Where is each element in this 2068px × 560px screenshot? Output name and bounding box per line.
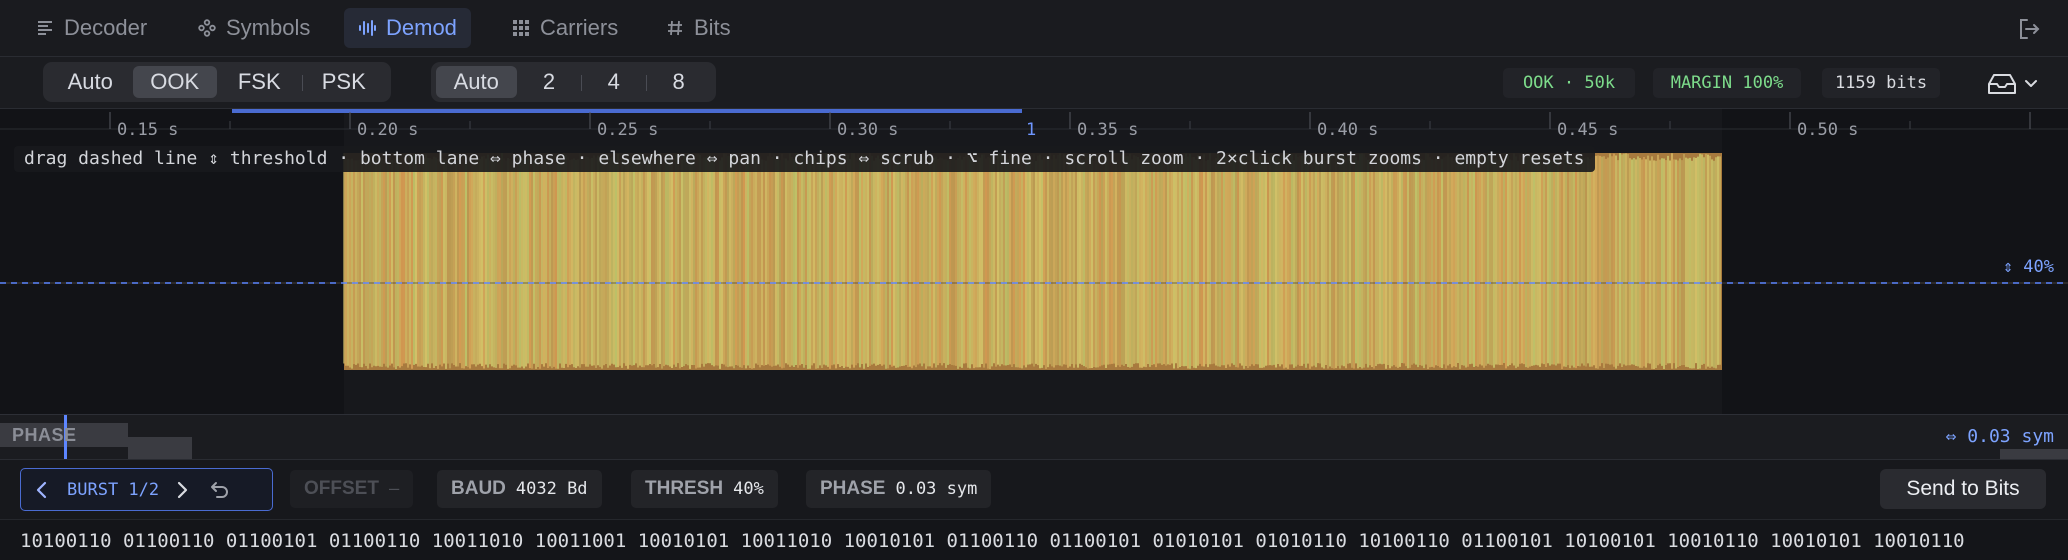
signal-envelope: [344, 153, 1722, 370]
mod-auto-label: Auto: [67, 69, 113, 94]
chevron-right-icon[interactable]: [165, 470, 201, 510]
tab-symbols[interactable]: Symbols: [184, 8, 324, 48]
levels-2-button[interactable]: 2: [517, 66, 582, 98]
interaction-hint: drag dashed line ⇕ threshold · bottom la…: [14, 146, 1595, 172]
phase-lane-canvas[interactable]: [0, 415, 2068, 460]
grid-icon: [513, 20, 529, 36]
levels-auto-button[interactable]: Auto: [436, 66, 517, 98]
tick-label: 0.25 s: [597, 120, 659, 140]
margin-badge: MARGIN 100%: [1653, 68, 1801, 98]
phase-key: PHASE: [820, 478, 886, 499]
mod-psk-button[interactable]: PSK: [301, 66, 387, 98]
tab-carriers[interactable]: Carriers: [498, 8, 632, 48]
burst-controls: BURST 1/2 OFFSET – BAUD 4032 Bd THRESH 4…: [0, 459, 2068, 519]
chevron-left-icon[interactable]: [21, 470, 61, 510]
burst-navigator: BURST 1/2: [20, 468, 273, 511]
burst-label: BURST 1/2: [67, 479, 160, 500]
baud-key: BAUD: [451, 478, 506, 499]
hash-icon: [668, 20, 682, 36]
threshold-key: THRESH: [645, 478, 724, 499]
top-tab-bar: Decoder Symbols Demod Carriers Bits: [0, 0, 2068, 57]
threshold-value: 40%: [733, 479, 764, 499]
baud-chip[interactable]: BAUD 4032 Bd: [437, 470, 602, 508]
mod-psk-label: PSK: [321, 69, 366, 94]
offset-key: OFFSET: [304, 478, 379, 499]
tab-decoder-label: Decoder: [64, 15, 148, 40]
waveform-icon: [359, 20, 376, 36]
phase-value: 0.03 sym: [895, 479, 978, 499]
tick-label: 0.30 s: [837, 120, 899, 140]
divider: [646, 75, 648, 91]
mod-ook-button[interactable]: OOK: [132, 66, 217, 98]
divider: [581, 75, 583, 91]
divider: [301, 75, 303, 91]
tab-bits[interactable]: Bits: [652, 8, 745, 48]
tab-symbols-label: Symbols: [226, 15, 311, 40]
send-to-bits-button[interactable]: Send to Bits: [1880, 469, 2046, 509]
offset-chip[interactable]: OFFSET –: [290, 470, 414, 508]
tick-label: 0.40 s: [1317, 120, 1379, 140]
phase-lane[interactable]: PHASE ⇔ 0.03 sym: [0, 414, 2068, 460]
baud-value: 4032 Bd: [515, 479, 588, 499]
tick-label: 0.20 s: [357, 120, 419, 140]
levels-auto-label: Auto: [453, 69, 499, 94]
mode-badge: OOK · 50k: [1503, 68, 1635, 98]
tab-bits-label: Bits: [694, 15, 731, 40]
levels-4-label: 4: [607, 69, 620, 94]
nodes-icon: [198, 19, 216, 37]
undo-icon[interactable]: [201, 470, 237, 510]
tab-demod-label: Demod: [386, 15, 457, 40]
mod-ook-label: OOK: [150, 69, 200, 94]
phase-block: [128, 437, 192, 459]
levels-2-label: 2: [542, 69, 556, 94]
modulation-selector: Auto OOK FSK PSK: [43, 62, 391, 102]
mod-auto-button[interactable]: Auto: [48, 66, 133, 98]
tab-carriers-label: Carriers: [540, 15, 619, 40]
threshold-chip[interactable]: THRESH 40%: [631, 470, 778, 508]
levels-selector: Auto 2 4 8: [431, 62, 716, 102]
tick-label: 0.15 s: [117, 120, 179, 140]
lines-icon: [38, 21, 52, 35]
cursor-marker-label: 1: [1026, 120, 1037, 140]
phase-lane-title: PHASE: [12, 425, 77, 445]
bit-count-badge: 1159 bits: [1822, 68, 1940, 98]
demod-toolbar: Auto OOK FSK PSK Auto 2 4 8 OOK · 50k MA…: [0, 57, 2068, 109]
inbox-menu-icon[interactable]: [1986, 71, 2038, 97]
tab-decoder[interactable]: Decoder: [22, 8, 161, 48]
mod-fsk-button[interactable]: FSK: [217, 66, 302, 98]
waveform-view[interactable]: 0.15 s 0.20 s 0.25 s 0.30 s 0.35 s 0.40 …: [0, 109, 2068, 414]
phase-block: [2000, 449, 2068, 459]
phase-lane-value: ⇔ 0.03 sym: [1945, 426, 2054, 447]
phase-chip[interactable]: PHASE 0.03 sym: [806, 470, 992, 508]
bitstream-output: 10100110 01100110 01100101 01100110 1001…: [0, 519, 2068, 560]
threshold-label[interactable]: ⇕ 40%: [2003, 257, 2054, 277]
tick-label: 0.45 s: [1557, 120, 1619, 140]
exit-icon[interactable]: [2016, 16, 2042, 42]
levels-8-button[interactable]: 8: [646, 66, 711, 98]
tick-label: 0.50 s: [1797, 120, 1859, 140]
tick-label: 0.35 s: [1077, 120, 1139, 140]
mod-fsk-label: FSK: [237, 69, 281, 94]
tab-demod[interactable]: Demod: [344, 8, 471, 48]
offset-value: –: [388, 479, 400, 499]
levels-4-button[interactable]: 4: [581, 66, 646, 98]
levels-8-label: 8: [672, 69, 685, 94]
ook-signal: [343, 153, 1722, 370]
